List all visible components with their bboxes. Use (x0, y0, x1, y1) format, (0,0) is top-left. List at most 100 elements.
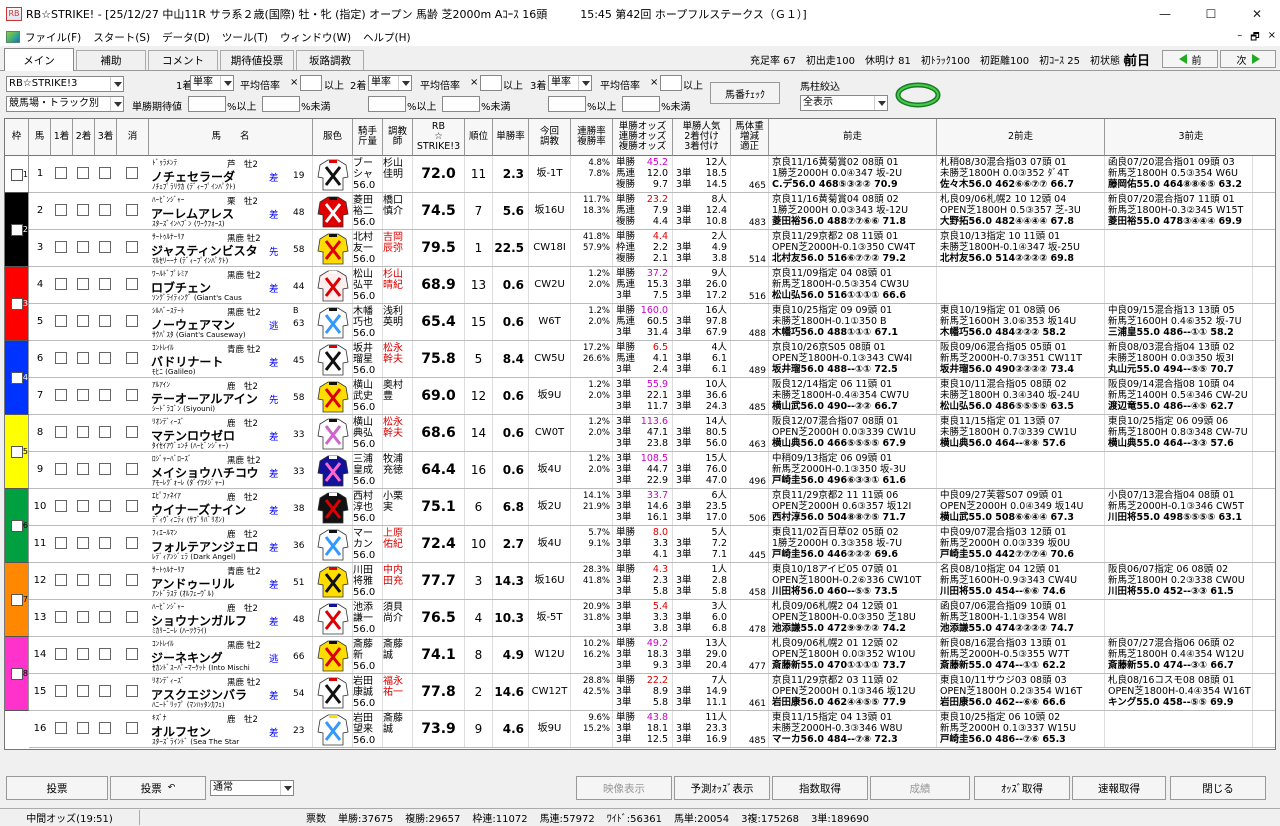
first-place-checkbox[interactable] (55, 500, 67, 512)
second-place-checkbox[interactable] (77, 537, 89, 549)
second-place-checkbox[interactable] (77, 315, 89, 327)
third-place-checkbox[interactable] (99, 426, 111, 438)
scratch-checkbox[interactable] (126, 574, 138, 586)
menu-data[interactable]: データ(D) (160, 30, 220, 45)
scratch-checkbox[interactable] (126, 167, 138, 179)
rate3-select[interactable]: 単率 (548, 75, 592, 91)
third-place-checkbox[interactable] (99, 611, 111, 623)
scratch-checkbox[interactable] (126, 278, 138, 290)
close-window-button[interactable]: ✕ (1234, 0, 1280, 28)
expect3-min-input[interactable] (548, 96, 586, 112)
scratch-checkbox[interactable] (126, 315, 138, 327)
tab-hojo[interactable]: 補助 (76, 50, 146, 70)
mdi-close-button[interactable]: × (1268, 30, 1276, 47)
first-place-checkbox[interactable] (55, 722, 67, 734)
tab-kitaichi[interactable]: 期待値投票 (220, 50, 294, 70)
first-place-checkbox[interactable] (55, 574, 67, 586)
scratch-checkbox[interactable] (126, 611, 138, 623)
scratch-checkbox[interactable] (126, 389, 138, 401)
second-place-checkbox[interactable] (77, 611, 89, 623)
odds-get-button[interactable]: ｵｯｽﾞ取得 (974, 776, 1070, 800)
first-place-checkbox[interactable] (55, 278, 67, 290)
scratch-checkbox[interactable] (126, 426, 138, 438)
menu-help[interactable]: ヘルプ(H) (361, 30, 421, 45)
third-place-checkbox[interactable] (99, 167, 111, 179)
mdi-restore-button[interactable]: 🗗 (1250, 30, 1259, 47)
first-place-checkbox[interactable] (55, 241, 67, 253)
scratch-checkbox[interactable] (126, 500, 138, 512)
second-place-checkbox[interactable] (77, 167, 89, 179)
expect2-max-input[interactable] (442, 96, 480, 112)
third-place-checkbox[interactable] (99, 685, 111, 697)
expect1-min-input[interactable] (188, 96, 226, 112)
minimize-button[interactable]: — (1142, 0, 1188, 28)
third-place-checkbox[interactable] (99, 315, 111, 327)
vote-menu-button[interactable]: 投票 ↶ (110, 776, 206, 800)
second-place-checkbox[interactable] (77, 426, 89, 438)
menu-window[interactable]: ウィンドウ(W) (278, 30, 361, 45)
scratch-checkbox[interactable] (126, 204, 138, 216)
second-place-checkbox[interactable] (77, 648, 89, 660)
first-place-checkbox[interactable] (55, 537, 67, 549)
first-place-checkbox[interactable] (55, 389, 67, 401)
umaban-check-button[interactable]: 馬番ﾁｪｯｸ (710, 82, 780, 104)
rate2-select[interactable]: 単率 (368, 75, 412, 91)
index-get-button[interactable]: 指数取得 (772, 776, 868, 800)
next-race-button[interactable]: 次 (1220, 50, 1276, 68)
mdi-minimize-button[interactable]: – (1237, 30, 1242, 47)
rate1-select[interactable]: 単率 (190, 75, 234, 91)
menu-tool[interactable]: ツール(T) (220, 30, 278, 45)
menu-file[interactable]: ファイル(F) (23, 30, 91, 45)
first-place-checkbox[interactable] (55, 426, 67, 438)
scratch-checkbox[interactable] (126, 463, 138, 475)
third-place-checkbox[interactable] (99, 204, 111, 216)
second-place-checkbox[interactable] (77, 389, 89, 401)
first-place-checkbox[interactable] (55, 463, 67, 475)
scratch-checkbox[interactable] (126, 722, 138, 734)
expect2-min-input[interactable] (368, 96, 406, 112)
vote-button[interactable]: 投票 (6, 776, 108, 800)
second-place-checkbox[interactable] (77, 722, 89, 734)
third-place-checkbox[interactable] (99, 352, 111, 364)
first-place-checkbox[interactable] (55, 352, 67, 364)
report-get-button[interactable]: 速報取得 (1072, 776, 1166, 800)
tab-main[interactable]: メイン (4, 48, 74, 71)
scratch-checkbox[interactable] (126, 241, 138, 253)
third-place-checkbox[interactable] (99, 722, 111, 734)
second-place-checkbox[interactable] (77, 352, 89, 364)
first-place-checkbox[interactable] (55, 167, 67, 179)
first-place-checkbox[interactable] (55, 611, 67, 623)
menu-start[interactable]: スタート(S) (91, 30, 160, 45)
first-place-checkbox[interactable] (55, 204, 67, 216)
mdi-icon[interactable] (6, 31, 20, 43)
video-button[interactable]: 映像表示 (576, 776, 672, 800)
first-place-checkbox[interactable] (55, 685, 67, 697)
second-place-checkbox[interactable] (77, 574, 89, 586)
vote-mode-select[interactable]: 通常 (210, 780, 294, 796)
second-place-checkbox[interactable] (77, 685, 89, 697)
third-place-checkbox[interactable] (99, 574, 111, 586)
track-select[interactable]: 競馬場・トラック別 (6, 96, 124, 112)
results-button[interactable]: 成績 (870, 776, 970, 800)
second-place-checkbox[interactable] (77, 500, 89, 512)
third-place-checkbox[interactable] (99, 537, 111, 549)
second-place-checkbox[interactable] (77, 204, 89, 216)
avg1-input[interactable] (300, 75, 322, 91)
second-place-checkbox[interactable] (77, 463, 89, 475)
prev-race-button[interactable]: 前 (1162, 50, 1218, 68)
scratch-checkbox[interactable] (126, 537, 138, 549)
first-place-checkbox[interactable] (55, 315, 67, 327)
second-place-checkbox[interactable] (77, 241, 89, 253)
third-place-checkbox[interactable] (99, 389, 111, 401)
predict-odds-button[interactable]: 予測ｵｯｽﾞ表示 (674, 776, 770, 800)
third-place-checkbox[interactable] (99, 278, 111, 290)
close-button[interactable]: 閉じる (1170, 776, 1266, 800)
display-filter-select[interactable]: 全表示 (800, 95, 888, 111)
expect1-max-input[interactable] (262, 96, 300, 112)
scratch-checkbox[interactable] (126, 352, 138, 364)
third-place-checkbox[interactable] (99, 241, 111, 253)
third-place-checkbox[interactable] (99, 500, 111, 512)
first-place-checkbox[interactable] (55, 648, 67, 660)
second-place-checkbox[interactable] (77, 278, 89, 290)
scratch-checkbox[interactable] (126, 685, 138, 697)
